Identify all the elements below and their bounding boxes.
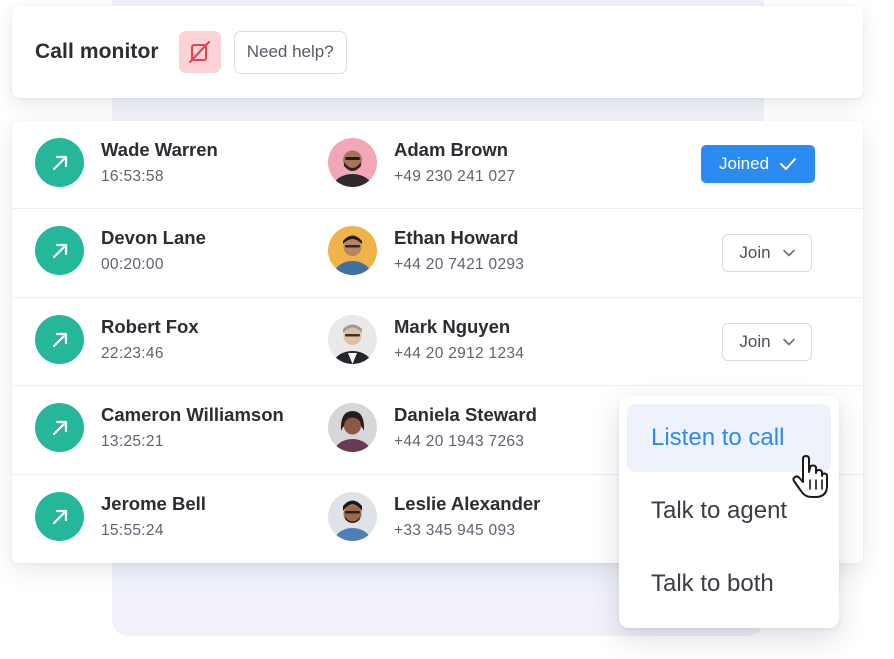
outgoing-call-icon [35, 226, 84, 275]
chevron-down-icon [782, 249, 795, 257]
avatar [328, 403, 377, 452]
caller-phone: +44 20 2912 1234 [394, 345, 525, 362]
call-row: Wade Warren 16:53:58 Adam Brown +49 230 … [12, 121, 863, 210]
join-dropdown-button[interactable]: Join [722, 234, 812, 272]
caller-phone: +49 230 241 027 [394, 168, 516, 185]
call-duration: 15:55:24 [101, 522, 164, 539]
join-options-menu: Listen to call Talk to agent Talk to bot… [619, 396, 839, 628]
outgoing-call-icon [35, 315, 84, 364]
caller-phone: +44 20 7421 0293 [394, 256, 525, 273]
menu-item-talk-to-both[interactable]: Talk to both [627, 550, 831, 618]
chevron-down-icon [782, 338, 795, 346]
join-dropdown-button[interactable]: Join [722, 323, 812, 361]
avatar [328, 315, 377, 364]
avatar [328, 492, 377, 541]
caller-name: Adam Brown [394, 139, 509, 160]
avatar [328, 138, 377, 187]
agent-name: Robert Fox [101, 316, 199, 337]
joined-button[interactable]: Joined [701, 145, 815, 183]
join-label: Join [739, 332, 771, 351]
agent-name: Devon Lane [101, 227, 206, 248]
caller-name: Mark Nguyen [394, 316, 511, 337]
joined-label: Joined [718, 154, 770, 173]
call-row: Devon Lane 00:20:00 Ethan Howard +44 20 … [12, 208, 863, 297]
caller-phone: +44 20 1943 7263 [394, 433, 525, 450]
caller-name: Ethan Howard [394, 227, 519, 248]
outgoing-call-icon [35, 403, 84, 452]
muted-camera-icon [188, 41, 210, 63]
call-duration: 22:23:46 [101, 345, 164, 362]
agent-name: Jerome Bell [101, 493, 206, 514]
agent-name: Cameron Williamson [101, 404, 284, 425]
call-duration: 13:25:21 [101, 433, 164, 450]
mute-video-button[interactable] [178, 31, 221, 73]
outgoing-call-icon [35, 138, 84, 187]
page-title: Call monitor [35, 40, 159, 63]
call-duration: 00:20:00 [101, 256, 164, 273]
avatar [328, 226, 377, 275]
caller-phone: +33 345 945 093 [394, 522, 516, 539]
caller-name: Daniela Steward [394, 404, 537, 425]
check-icon [780, 158, 797, 170]
call-monitor-screen: Call monitor Need help? Wade Warren 16:5… [0, 0, 894, 659]
need-help-button[interactable]: Need help? [233, 30, 347, 74]
join-label: Join [739, 243, 771, 262]
hand-pointer-icon [792, 455, 828, 498]
call-row: Robert Fox 22:23:46 Mark Nguyen +44 20 2… [12, 297, 863, 386]
call-duration: 16:53:58 [101, 168, 164, 185]
header-bar: Call monitor Need help? [12, 6, 863, 98]
caller-name: Leslie Alexander [394, 493, 541, 514]
agent-name: Wade Warren [101, 139, 218, 160]
outgoing-call-icon [35, 492, 84, 541]
